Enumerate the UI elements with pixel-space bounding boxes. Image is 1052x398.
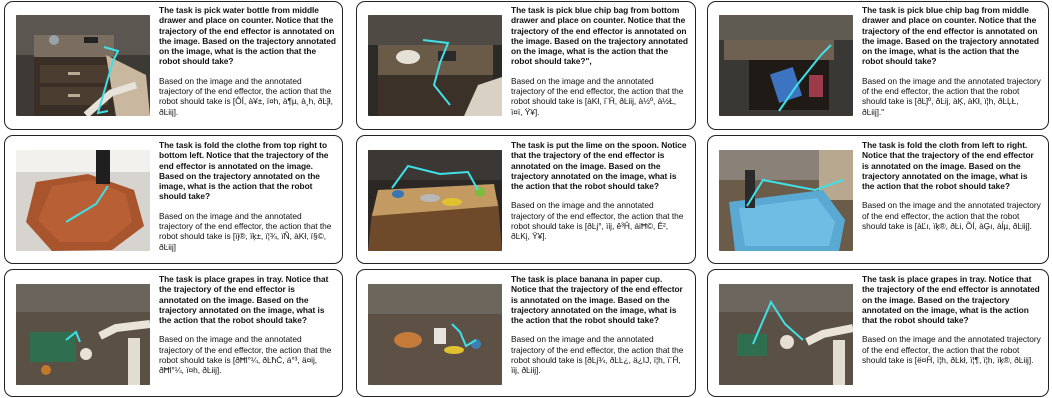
card-text: The task is place banana in paper cup. N… xyxy=(511,274,689,376)
image-wood-table xyxy=(368,150,502,251)
model-answer: Based on the image and the annotated tra… xyxy=(862,200,1041,232)
task-question: The task is pick blue chip bag from midd… xyxy=(862,5,1039,67)
scene-image-open-drawer xyxy=(719,15,853,116)
image-tray-robot xyxy=(16,284,150,385)
card-text: The task is pick blue chip bag from midd… xyxy=(862,5,1042,117)
model-answer: Based on the image and the annotated tra… xyxy=(159,334,332,376)
card-text: The task is fold the cloth from left to … xyxy=(862,140,1042,231)
image-drawer-bowl xyxy=(368,15,502,116)
card-text: The task is place grapes in tray. Notice… xyxy=(862,274,1042,365)
example-card-1: The task is pick water bottle from middl… xyxy=(4,1,343,130)
model-answer: Based on the image and the annotated tra… xyxy=(159,75,333,117)
card-text: The task is pick blue chip bag from bott… xyxy=(511,5,689,117)
scene-image-tray-robot-2 xyxy=(719,284,853,385)
scene-image-banana-table xyxy=(368,284,502,385)
card-text: The task is put the lime on the spoon. N… xyxy=(511,140,689,242)
image-banana-table xyxy=(368,284,502,385)
scene-image-wood-table xyxy=(368,150,502,251)
image-drawer-cabinet xyxy=(16,15,150,116)
card-text: The task is fold the clothe from top rig… xyxy=(159,140,336,252)
task-question: The task is fold the cloth from left to … xyxy=(862,140,1034,192)
task-question: The task is place grapes in tray. Notice… xyxy=(862,274,1040,326)
model-answer: Based on the image and the annotated tra… xyxy=(862,334,1041,366)
task-question: The task is fold the clothe from top rig… xyxy=(159,140,329,202)
model-answer: Based on the image and the annotated tra… xyxy=(511,200,684,242)
model-answer: Based on the image and the annotated tra… xyxy=(511,75,684,117)
card-text: The task is pick water bottle from middl… xyxy=(159,5,336,117)
scene-image-blue-cloth xyxy=(719,150,853,251)
image-orange-cloth xyxy=(16,150,150,251)
model-answer: Based on the image and the annotated tra… xyxy=(511,334,684,376)
scene-image-orange-cloth xyxy=(16,150,150,251)
task-question: The task is put the lime on the spoon. N… xyxy=(511,140,687,192)
image-blue-cloth xyxy=(719,150,853,251)
example-card-2: The task is pick blue chip bag from bott… xyxy=(356,1,696,130)
example-card-6: The task is fold the cloth from left to … xyxy=(707,135,1049,264)
example-card-3: The task is pick blue chip bag from midd… xyxy=(707,1,1049,130)
scene-image-drawer-bowl xyxy=(368,15,502,116)
task-question: The task is place banana in paper cup. N… xyxy=(511,274,683,326)
scene-image-drawer-cabinet xyxy=(16,15,150,116)
example-card-9: The task is place grapes in tray. Notice… xyxy=(707,269,1049,397)
example-card-4: The task is fold the clothe from top rig… xyxy=(4,135,343,264)
scene-image-tray-robot xyxy=(16,284,150,385)
task-question: The task is place grapes in tray. Notice… xyxy=(159,274,329,326)
model-answer: Based on the image and the annotated tra… xyxy=(159,210,332,252)
example-grid: The task is pick water bottle from middl… xyxy=(0,0,1052,398)
image-open-drawer xyxy=(719,15,853,116)
card-text: The task is place grapes in tray. Notice… xyxy=(159,274,336,376)
task-question: The task is pick water bottle from middl… xyxy=(159,5,336,67)
example-card-7: The task is place grapes in tray. Notice… xyxy=(4,269,343,397)
task-question: The task is pick blue chip bag from bott… xyxy=(511,5,688,67)
example-card-8: The task is place banana in paper cup. N… xyxy=(356,269,696,397)
image-tray-robot-2 xyxy=(719,284,853,385)
example-card-5: The task is put the lime on the spoon. N… xyxy=(356,135,696,264)
model-answer: Based on the image and the annotated tra… xyxy=(862,75,1041,117)
